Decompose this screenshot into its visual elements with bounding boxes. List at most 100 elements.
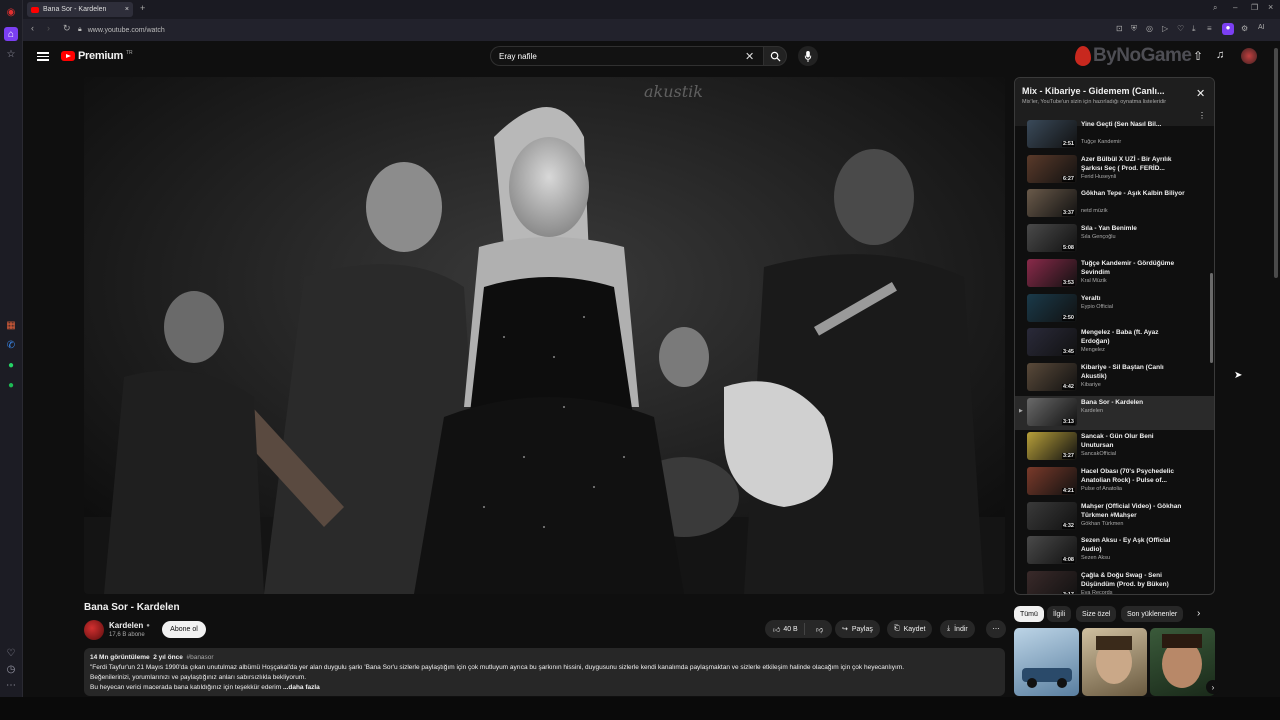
app-icon[interactable]: ▦	[4, 318, 18, 332]
search-input[interactable]: Eray nafile	[490, 46, 763, 66]
playlist-item-title[interactable]: Sancak - Gün Olur Beni Unutursan	[1081, 432, 1187, 450]
channel-avatar[interactable]	[84, 620, 104, 640]
chip-for-you[interactable]: Size özel	[1076, 606, 1117, 622]
playlist-thumbnail[interactable]: 4:42	[1027, 362, 1077, 391]
tab-active[interactable]: Bana Sor - Kardelen ×	[27, 2, 133, 17]
recommended-thumbnail[interactable]	[1082, 628, 1147, 696]
close-icon[interactable]: ✕	[1196, 87, 1205, 100]
upload-icon[interactable]: ⇧	[1193, 49, 1203, 63]
chip-recent[interactable]: Son yüklenenler	[1121, 606, 1184, 622]
next-recommendations-icon[interactable]: ›	[1206, 680, 1220, 694]
opera-logo-icon[interactable]: ◉	[4, 5, 18, 19]
more-icon[interactable]: ⋯	[4, 678, 18, 692]
search-tabs-icon[interactable]: ⌕	[1213, 3, 1217, 13]
chevron-right-icon[interactable]: ›	[1197, 608, 1200, 619]
channel-name[interactable]: Kardelen ●	[109, 621, 150, 630]
chip-related[interactable]: İlgili	[1047, 606, 1072, 622]
playlist-item-title[interactable]: Çağla & Doğu Swag - Seni Düşündüm (Prod.…	[1081, 571, 1187, 589]
close-window-icon[interactable]: ×	[1268, 2, 1273, 12]
playlist-item-title[interactable]: Sıla - Yan Benimle	[1081, 224, 1187, 233]
back-icon[interactable]: ‹	[31, 23, 34, 33]
playlist-item[interactable]: 6:27 Azer Bülbül X UZİ - Bir Ayrılık Şark…	[1015, 153, 1214, 187]
settings-icon[interactable]: ⚙	[1241, 24, 1248, 33]
search-button[interactable]	[763, 46, 787, 66]
clear-search-icon[interactable]: ✕	[745, 50, 754, 63]
playlist-thumbnail[interactable]: 3:37	[1027, 189, 1077, 218]
playlist-thumbnail[interactable]: 6:27	[1027, 154, 1077, 183]
playlist-thumbnail[interactable]: 3:53	[1027, 258, 1077, 287]
forward-icon[interactable]: ›	[47, 23, 50, 33]
more-actions-button[interactable]: ⋯	[986, 620, 1006, 638]
playlist-item-title[interactable]: Sezen Aksu - Ey Aşk (Official Audio)	[1081, 536, 1187, 554]
playlist-thumbnail[interactable]: 2:50	[1027, 293, 1077, 322]
youtube-logo[interactable]: Premium TR	[61, 50, 133, 62]
url-field[interactable]: 🔒︎ www.youtube.com/watch	[78, 23, 1208, 37]
star-icon[interactable]: ☆	[4, 47, 18, 61]
playlist-item[interactable]: 4:21 Hacel Obası (70's Psychedelic Anatol…	[1015, 465, 1214, 499]
playlist-item[interactable]: 3:53 Tuğçe Kandemir - Gördüğüme Sevindim K…	[1015, 257, 1214, 291]
menu-icon[interactable]: ≡	[1207, 24, 1212, 33]
playlist-thumbnail[interactable]: 4:21	[1027, 467, 1077, 495]
playlist-thumbnail[interactable]: 2:51	[1027, 120, 1077, 148]
subscribe-button[interactable]: Abone ol	[162, 621, 206, 638]
like-button[interactable]: 👍︎ 40 B	[765, 623, 805, 635]
profile-icon[interactable]: ●	[1222, 23, 1234, 35]
playlist-item-title[interactable]: Mengelez - Baba (ft. Ayaz Erdoğan)	[1081, 328, 1187, 346]
playlist-item-title[interactable]: Hacel Obası (70's Psychedelic Anatolian …	[1081, 467, 1187, 485]
dislike-button[interactable]: 👎︎	[809, 625, 823, 634]
playlist-item[interactable]: 3:17 Çağla & Doğu Swag - Seni Düşündüm (P…	[1015, 569, 1214, 594]
vpn-icon[interactable]: ◎	[1146, 24, 1153, 33]
favorites-icon[interactable]: ♡	[1177, 24, 1184, 33]
player-icon[interactable]: ▷	[1162, 24, 1168, 33]
playlist-thumbnail[interactable]: 3:17	[1027, 571, 1077, 594]
history-icon[interactable]: ◷	[4, 662, 18, 676]
new-tab-button[interactable]: +	[140, 3, 145, 13]
playlist-item[interactable]: 3:45 Mengelez - Baba (ft. Ayaz Erdoğan) Me…	[1015, 326, 1214, 360]
playlist-item-title[interactable]: Yeraltı	[1081, 294, 1187, 303]
playlist-item[interactable]: 5:08 Sıla - Yan Benimle Sıla Gençoğlu	[1015, 222, 1214, 256]
reload-icon[interactable]: ↻	[63, 23, 71, 34]
playlist-item[interactable]: ▶ 3:13 Bana Sor - Kardelen Kardelen	[1015, 395, 1214, 430]
playlist-thumbnail[interactable]: 3:13	[1027, 397, 1077, 426]
shield-icon[interactable]: ⛨	[1131, 24, 1137, 34]
playlist-item[interactable]: 2:51 Yine Geçti (Sen Nasıl Bil... Tuğçe Ka…	[1015, 118, 1214, 152]
recommended-thumbnail[interactable]	[1014, 628, 1079, 696]
heart-icon[interactable]: ♡	[4, 646, 18, 660]
notifications-icon[interactable]: ♫	[1216, 49, 1224, 61]
guide-menu-icon[interactable]	[37, 50, 49, 62]
playlist-item[interactable]: 3:27 Sancak - Gün Olur Beni Unutursan Sanc…	[1015, 430, 1214, 464]
playlist-item-title[interactable]: Gökhan Tepe - Aşık Kalbin Biliyor	[1081, 189, 1187, 198]
minimize-icon[interactable]: –	[1233, 3, 1237, 12]
snapshot-icon[interactable]: ⊡	[1116, 24, 1123, 33]
playlist-item[interactable]: 4:42 Kibariye - Sil Baştan (Canlı Akustik…	[1015, 361, 1214, 395]
playlist-item-title[interactable]: Azer Bülbül X UZİ - Bir Ayrılık Şarkısı …	[1081, 155, 1187, 173]
playlist-scrollbar[interactable]	[1210, 273, 1213, 363]
playlist-thumbnail[interactable]: 5:08	[1027, 224, 1077, 253]
tab-close-icon[interactable]: ×	[125, 6, 129, 13]
playlist-item[interactable]: 4:32 Mahşer (Official Video) - Gökhan Tür…	[1015, 500, 1214, 534]
playlist-thumbnail[interactable]: 3:45	[1027, 328, 1077, 357]
playlist-item-title[interactable]: Mahşer (Official Video) - Gökhan Türkmen…	[1081, 502, 1187, 520]
whatsapp-icon[interactable]: ●	[4, 358, 18, 372]
messenger-icon[interactable]: ✆	[4, 338, 18, 352]
chip-all[interactable]: Tümü	[1014, 606, 1044, 622]
playlist-item-title[interactable]: Tuğçe Kandemir - Gördüğüme Sevindim	[1081, 259, 1187, 277]
maximize-icon[interactable]: ❐	[1251, 3, 1258, 12]
playlist-item[interactable]: 3:37 Gökhan Tepe - Aşık Kalbin Biliyor net…	[1015, 187, 1214, 221]
share-button[interactable]: ↪ Paylaş	[835, 620, 880, 638]
home-icon[interactable]: ⌂	[4, 27, 18, 41]
playlist-item[interactable]: 4:08 Sezen Aksu - Ey Aşk (Official Audio)…	[1015, 534, 1214, 568]
playlist-thumbnail[interactable]: 4:08	[1027, 536, 1077, 565]
ai-button[interactable]: AI	[1258, 24, 1265, 31]
download-button[interactable]: ⤓ İndir	[940, 620, 975, 638]
playlist-item[interactable]: 2:50 Yeraltı Eypio Official	[1015, 292, 1214, 326]
description-box[interactable]: 14 Mn görüntüleme 2 yıl önce #banasor "F…	[84, 648, 1005, 696]
playlist-item-title[interactable]: Bana Sor - Kardelen	[1081, 398, 1187, 407]
hashtag-link[interactable]: #banasor	[186, 654, 213, 661]
download-icon[interactable]: ⤓	[1192, 24, 1196, 34]
voice-search-button[interactable]	[798, 46, 818, 66]
spotify-icon[interactable]: ●	[4, 378, 18, 392]
playlist-thumbnail[interactable]: 4:32	[1027, 501, 1077, 530]
save-button[interactable]: ⎗ Kaydet	[887, 620, 933, 638]
playlist-title[interactable]: Mix - Kibariye - Gidemem (Canlı...	[1022, 86, 1182, 96]
